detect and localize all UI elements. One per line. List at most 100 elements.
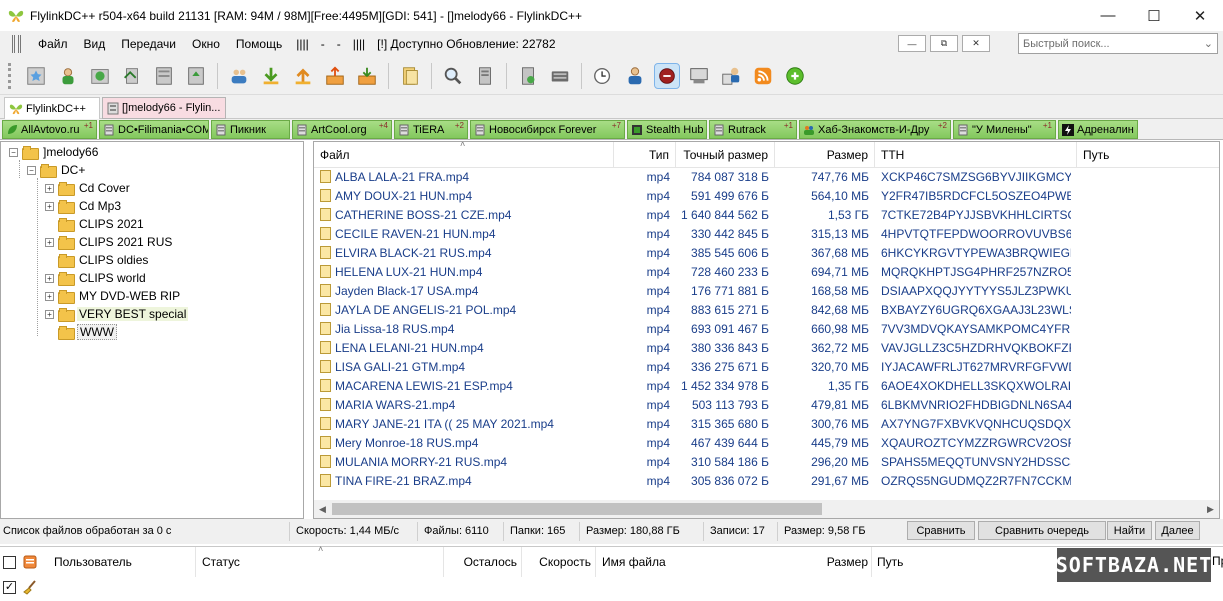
tree-node[interactable]: − DC+ (27, 161, 87, 179)
file-row[interactable]: Jia Lissa-18 RUS.mp4 mp4 693 091 467 Б 660,… (314, 320, 1219, 339)
tree-node[interactable]: CLIPS 2021 (45, 215, 146, 233)
transfer-auto-checkbox[interactable]: ✓ (3, 581, 16, 594)
file-row[interactable]: MARY JANE-21 ITA (( 25 MAY 2021.mp4 mp4 31… (314, 415, 1219, 434)
hub-tab[interactable]: Новосибирск Forever +7 (470, 120, 625, 139)
collapse-icon[interactable]: − (27, 165, 36, 175)
maximize-button[interactable]: ☐ (1131, 0, 1177, 31)
hub-tab[interactable]: Хаб-Знакомств-И-Дру +2 (799, 120, 951, 139)
directory-tree[interactable]: −]melody66− DC+ + Cd Cover + Cd Mp3 CLIPS 2021… (0, 141, 304, 519)
column-tth[interactable]: TTH (875, 142, 1077, 168)
cdm-debug-icon[interactable] (687, 64, 711, 88)
scroll-thumb[interactable] (332, 503, 822, 515)
hub-tab[interactable]: "У Милены" +1 (953, 120, 1056, 139)
users-icon[interactable] (227, 64, 251, 88)
file-lists-icon[interactable] (398, 64, 422, 88)
menu-window[interactable]: Окно (184, 31, 228, 57)
notepad-icon[interactable] (548, 64, 572, 88)
search-icon[interactable] (441, 64, 465, 88)
adl-search-icon[interactable] (516, 64, 540, 88)
tree-node[interactable]: + MY DVD-WEB RIP (45, 287, 182, 305)
tree-node[interactable]: + Cd Mp3 (45, 197, 123, 215)
file-row[interactable]: TINA FIRE-21 BRAZ.mp4 mp4 305 836 072 Б 291… (314, 472, 1219, 491)
file-row[interactable]: LENA LELANI-21 HUN.mp4 mp4 380 336 843 Б 36… (314, 339, 1219, 358)
hub-tab[interactable]: TiERA +2 (394, 120, 468, 139)
file-row[interactable]: ALBA LALA-21 FRA.mp4 mp4 784 087 318 Б 747,… (314, 168, 1219, 187)
file-row[interactable]: Mery Monroe-18 RUS.mp4 mp4 467 439 644 Б 44… (314, 434, 1219, 453)
collapse-icon[interactable]: − (9, 147, 18, 157)
scroll-left-icon[interactable]: ◀ (314, 500, 331, 518)
rss-icon[interactable] (751, 64, 775, 88)
compare-queue-button[interactable]: Сравнить очередь (978, 521, 1106, 540)
minimize-button[interactable]: — (1085, 0, 1131, 31)
network-icon[interactable] (152, 64, 176, 88)
transfer-filter-checkbox[interactable] (3, 556, 16, 569)
file-row[interactable]: HELENA LUX-21 HUN.mp4 mp4 728 460 233 Б 694… (314, 263, 1219, 282)
download-icon[interactable] (259, 64, 283, 88)
expand-icon[interactable]: + (45, 291, 54, 301)
file-row[interactable]: MULANIA MORRY-21 RUS.mp4 mp4 310 584 186 Б… (314, 453, 1219, 472)
tree-node[interactable]: −]melody66 (9, 143, 100, 161)
hub-tab[interactable]: Пикник (211, 120, 290, 139)
column-size[interactable]: Размер (775, 142, 875, 168)
update-available-link[interactable]: [!] Доступно Обновление: 22782 (371, 37, 561, 51)
hub-tab[interactable]: AllAvtovo.ru +1 (2, 120, 97, 139)
tree-node[interactable]: WWW (45, 323, 117, 341)
queue-column-status[interactable]: Статус (198, 547, 444, 577)
hub-tab[interactable]: Rutrack +1 (709, 120, 797, 139)
tree-node[interactable]: + CLIPS world (45, 269, 148, 287)
chevron-down-icon[interactable]: ⌄ (1204, 37, 1213, 50)
hub-tab[interactable]: ArtCool.org +4 (292, 120, 392, 139)
update-icon[interactable] (783, 64, 807, 88)
queue-column-size[interactable]: Размер (780, 547, 872, 577)
public-hubs-icon[interactable] (88, 64, 112, 88)
column-path[interactable]: Путь (1077, 142, 1219, 168)
hub-tab[interactable]: DC•Filimania•COM+1 (99, 120, 209, 139)
tab-file-list[interactable]: []melody66 - Flylin... (102, 97, 226, 119)
upload-icon[interactable] (291, 64, 315, 88)
tree-node[interactable]: + CLIPS 2021 RUS (45, 233, 174, 251)
compare-button[interactable]: Сравнить (907, 521, 975, 540)
expand-icon[interactable]: + (45, 309, 54, 319)
menu-file[interactable]: Файл (30, 31, 76, 57)
menu-grip[interactable] (12, 35, 21, 53)
tab-flylinkdc[interactable]: FlylinkDC++ (4, 97, 100, 119)
queue-column-speed[interactable]: Скорость (522, 547, 596, 577)
tree-node[interactable]: + Cd Cover (45, 179, 132, 197)
search-spy-icon[interactable] (473, 64, 497, 88)
next-button[interactable]: Далее (1155, 521, 1200, 540)
close-button[interactable]: ✕ (1177, 0, 1223, 31)
queue-column-path[interactable]: Путь (873, 547, 1053, 577)
tree-node[interactable]: + VERY BEST special (45, 305, 189, 323)
expand-icon[interactable]: + (45, 273, 54, 283)
expand-icon[interactable]: + (45, 183, 54, 193)
file-list[interactable]: Файл ˄ Тип Точный размер Размер TTH Путь… (313, 141, 1220, 519)
column-type[interactable]: Тип (614, 142, 676, 168)
hub-tab[interactable]: Stealth Hub+2 (627, 120, 707, 139)
mdi-restore-button[interactable]: ⧉ (930, 35, 958, 52)
expand-icon[interactable]: + (45, 237, 54, 247)
toolbar-grip[interactable] (8, 62, 11, 89)
column-exact-size[interactable]: Точный размер (676, 142, 775, 168)
mdi-close-button[interactable]: ✕ (962, 35, 990, 52)
find-button[interactable]: Найти (1107, 521, 1152, 540)
finished-download-icon[interactable] (355, 64, 379, 88)
menu-view[interactable]: Вид (76, 31, 114, 57)
system-log-icon[interactable] (591, 64, 615, 88)
quick-search-combo[interactable]: Быстрый поиск... ⌄ (1018, 33, 1218, 54)
recents-icon[interactable] (654, 62, 680, 89)
file-row[interactable]: ELVIRA BLACK-21 RUS.mp4 mp4 385 545 606 Б 3… (314, 244, 1219, 263)
file-row[interactable]: AMY DOUX-21 HUN.mp4 mp4 591 499 676 Б 564,1… (314, 187, 1219, 206)
expand-icon[interactable]: + (45, 201, 54, 211)
port-check-icon[interactable] (719, 64, 743, 88)
menu-help[interactable]: Помощь (228, 31, 290, 57)
file-row[interactable]: CECILE RAVEN-21 HUN.mp4 mp4 330 442 845 Б 3… (314, 225, 1219, 244)
menu-transfers[interactable]: Передачи (113, 31, 184, 57)
queue-column-remaining[interactable]: Осталось (444, 547, 522, 577)
file-row[interactable]: LISA GALI-21 GTM.mp4 mp4 336 275 671 Б 320,… (314, 358, 1219, 377)
connect-user-icon[interactable] (56, 64, 80, 88)
file-row[interactable]: Jayden Black-17 USA.mp4 mp4 176 771 881 Б 1… (314, 282, 1219, 301)
file-row[interactable]: MACARENA LEWIS-21 ESP.mp4 mp4 1 452 334 97… (314, 377, 1219, 396)
hub-tab[interactable]: Адреналин+1 (1058, 120, 1138, 139)
queue-column-user[interactable]: Пользователь (50, 547, 196, 577)
tree-node[interactable]: CLIPS oldies (45, 251, 150, 269)
